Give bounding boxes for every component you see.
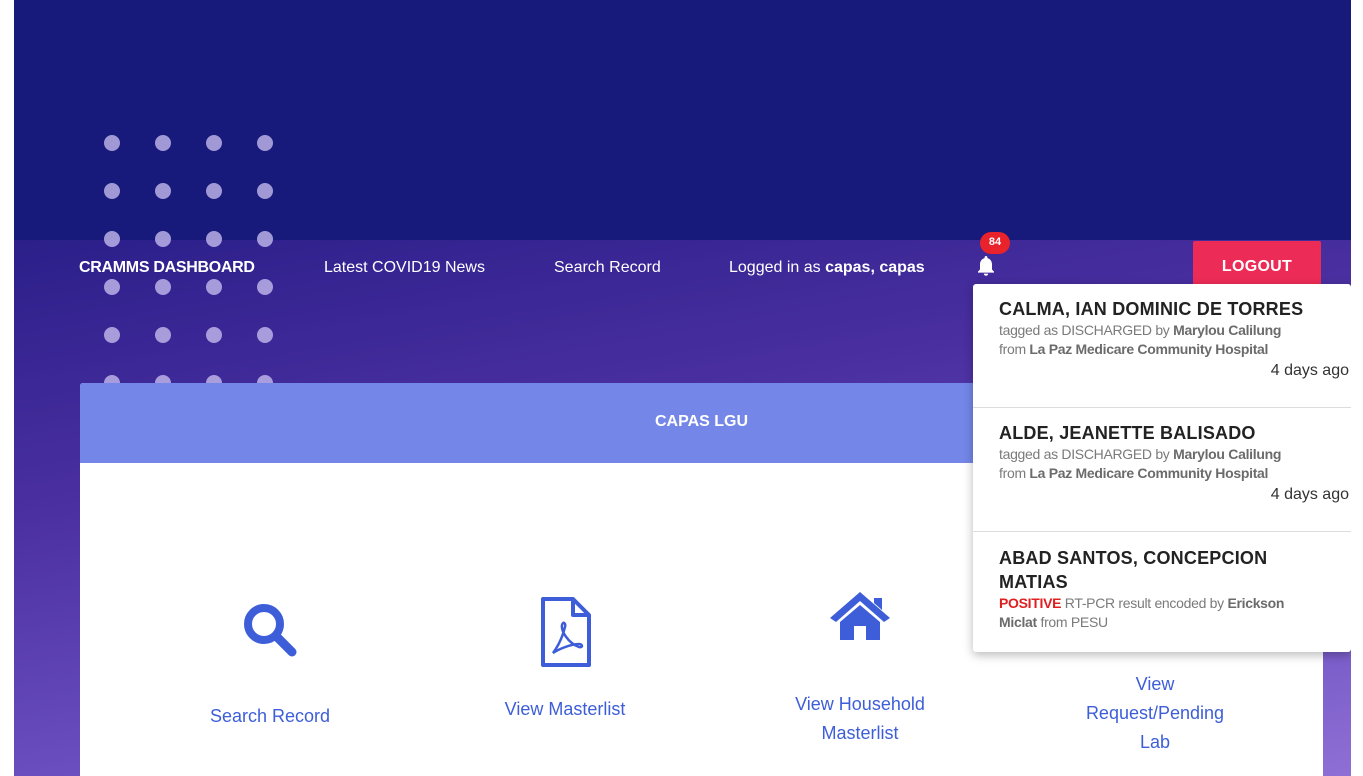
- tile-search-record[interactable]: Search Record: [160, 598, 380, 731]
- notification-time: 4 days ago: [1270, 486, 1349, 503]
- decorative-dot: [206, 327, 222, 343]
- logged-in-user: capas, capas: [825, 259, 925, 276]
- notification-place: La Paz Medicare Community Hospital: [1029, 465, 1269, 481]
- tile-search-record-label[interactable]: Search Record: [160, 702, 380, 731]
- tile-view-request-pending-lab[interactable]: View Request/Pending Lab: [1045, 670, 1265, 757]
- notification-source: Miclat from PESU: [999, 613, 1351, 632]
- bell-icon[interactable]: [974, 254, 998, 278]
- search-icon: [244, 604, 297, 657]
- notification-detail: tagged as DISCHARGED by Marylou Calilung: [999, 445, 1351, 464]
- decorative-dot: [257, 183, 273, 199]
- notification-item[interactable]: ALDE, JEANETTE BALISADO tagged as DISCHA…: [973, 408, 1351, 532]
- notification-place: La Paz Medicare Community Hospital: [1029, 341, 1269, 357]
- nav-link-search-record[interactable]: Search Record: [554, 259, 661, 277]
- dashboard-screen: CRAMMS DASHBOARD Latest COVID19 News Sea…: [14, 0, 1351, 776]
- tile-lab-label-line1[interactable]: View: [1045, 670, 1265, 699]
- notification-from: from: [999, 465, 1030, 481]
- notification-dropdown: CALMA, IAN DOMINIC DE TORRES tagged as D…: [973, 284, 1351, 652]
- tile-lab-label-line2[interactable]: Request/Pending: [1045, 699, 1265, 728]
- decorative-dot: [257, 327, 273, 343]
- notification-time: 4 days ago: [1270, 362, 1349, 379]
- notification-patient-name-line1: ABAD SANTOS, CONCEPCION: [999, 548, 1268, 568]
- decorative-dot: [104, 183, 120, 199]
- tile-view-masterlist[interactable]: View Masterlist: [455, 595, 675, 724]
- notification-patient-name: ALDE, JEANETTE BALISADO: [999, 423, 1256, 443]
- tile-view-masterlist-label[interactable]: View Masterlist: [455, 695, 675, 724]
- notification-from: from: [999, 341, 1030, 357]
- notification-item[interactable]: ABAD SANTOS, CONCEPCION MATIAS POSITIVE …: [973, 532, 1351, 652]
- notification-source: from La Paz Medicare Community Hospital: [999, 340, 1351, 359]
- nav-link-covid-news[interactable]: Latest COVID19 News: [324, 259, 485, 277]
- pdf-document-icon: [541, 597, 591, 667]
- notification-from: from PESU: [1036, 614, 1108, 630]
- notification-patient-name: CALMA, IAN DOMINIC DE TORRES: [999, 299, 1304, 319]
- decorative-dot: [206, 135, 222, 151]
- notification-patient-name-line2: MATIAS: [999, 572, 1068, 592]
- notification-badge[interactable]: 84: [980, 232, 1010, 254]
- home-icon: [830, 592, 890, 640]
- positive-status: POSITIVE: [999, 595, 1062, 611]
- notification-person-surname: Miclat: [999, 614, 1037, 630]
- notification-person: Marylou Calilung: [1173, 446, 1282, 462]
- notification-action: tagged as DISCHARGED by: [999, 322, 1174, 338]
- notification-action: tagged as DISCHARGED by: [999, 446, 1174, 462]
- tile-view-household-masterlist[interactable]: View Household Masterlist: [750, 588, 970, 748]
- decorative-dot: [155, 135, 171, 151]
- tile-lab-label-line3[interactable]: Lab: [1045, 728, 1265, 757]
- notification-item[interactable]: CALMA, IAN DOMINIC DE TORRES tagged as D…: [973, 284, 1351, 408]
- decorative-dot: [206, 183, 222, 199]
- notification-action: RT-PCR result encoded by: [1061, 595, 1228, 611]
- notification-person: Erickson: [1227, 595, 1285, 611]
- notification-detail: tagged as DISCHARGED by Marylou Calilung: [999, 321, 1351, 340]
- notification-source: from La Paz Medicare Community Hospital: [999, 464, 1351, 483]
- logged-in-prefix: Logged in as: [729, 259, 826, 276]
- logged-in-status: Logged in as capas, capas: [729, 259, 925, 277]
- decorative-dot: [104, 135, 120, 151]
- decorative-dot: [155, 183, 171, 199]
- notification-detail: POSITIVE RT-PCR result encoded by Ericks…: [999, 594, 1351, 613]
- notification-person: Marylou Calilung: [1173, 322, 1282, 338]
- decorative-dot: [104, 327, 120, 343]
- decorative-dot: [257, 135, 273, 151]
- decorative-dot: [155, 327, 171, 343]
- brand-link[interactable]: CRAMMS DASHBOARD: [79, 259, 255, 277]
- tile-household-label-line2[interactable]: Masterlist: [750, 719, 970, 748]
- tile-household-label-line1[interactable]: View Household: [750, 690, 970, 719]
